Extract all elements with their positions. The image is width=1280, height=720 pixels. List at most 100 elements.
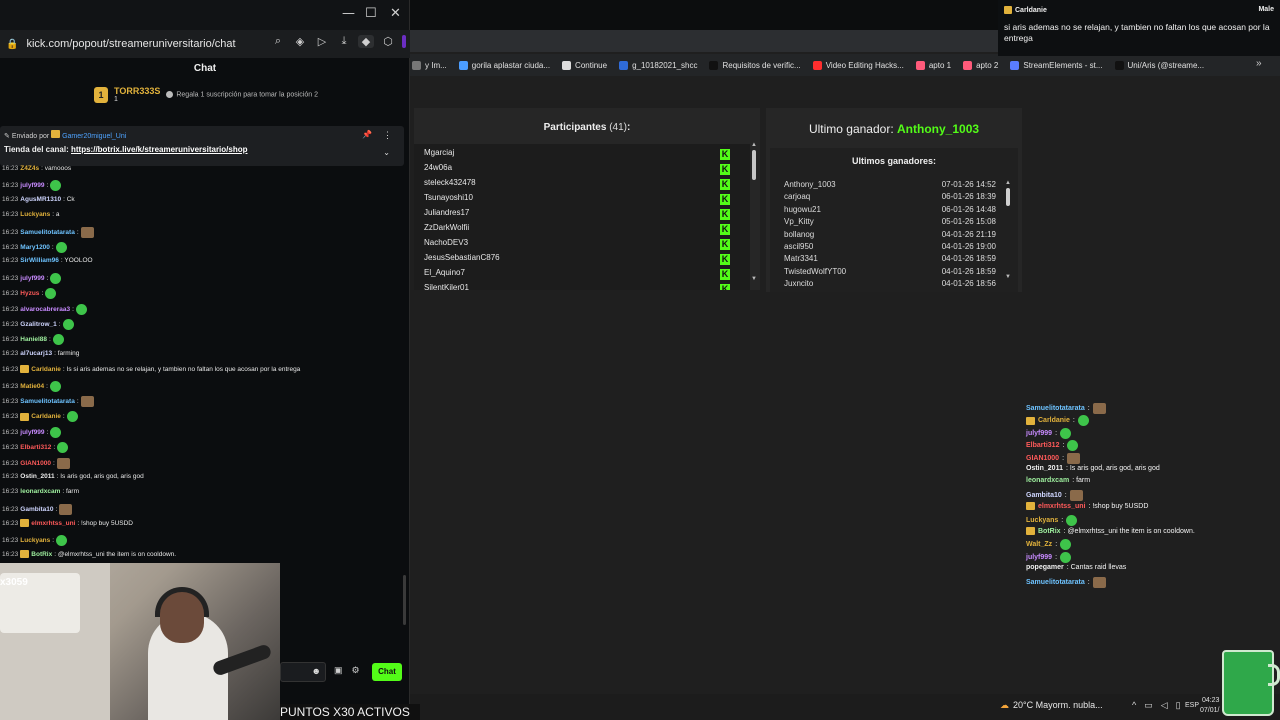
message-username[interactable]: al7ucarj13: [20, 350, 52, 357]
send-icon[interactable]: ▷: [314, 35, 330, 48]
emote-icon: [1067, 452, 1081, 464]
cup-overlay: [1222, 650, 1274, 716]
network-icon[interactable]: ▭: [1144, 700, 1153, 711]
shop-link[interactable]: https://botrix.live/k/streameruniversita…: [71, 145, 248, 154]
chat-message: 16:23 Hyzus:: [2, 288, 57, 300]
message-username[interactable]: Samuelitotatarata: [1026, 579, 1085, 586]
maximize-icon[interactable]: ☐: [365, 6, 377, 21]
extension-icon[interactable]: ◆: [358, 35, 374, 48]
message-username[interactable]: elmxrhtss_uni: [1038, 503, 1085, 510]
message-username[interactable]: leonardxcam: [20, 488, 60, 495]
chat-input[interactable]: ☻: [280, 662, 326, 682]
participants-scrollbar[interactable]: [752, 150, 756, 180]
message-username[interactable]: Samuelitotatarata: [1026, 405, 1085, 412]
bookmark-item[interactable]: gorila aplastar ciuda...: [458, 60, 550, 70]
clock[interactable]: 04:23 07/01/: [1200, 696, 1219, 716]
message-username[interactable]: julyf999: [20, 275, 44, 282]
message-username[interactable]: Samuelitotatarata: [20, 398, 75, 405]
unpin-icon[interactable]: 📌: [362, 130, 372, 139]
shield-icon[interactable]: ◈: [292, 35, 308, 48]
message-username[interactable]: Ostin_2011: [20, 473, 54, 480]
message-username[interactable]: Carldanie: [31, 413, 61, 420]
winners-scrollbar[interactable]: [1006, 188, 1010, 206]
bookmark-item[interactable]: y Im...: [412, 60, 447, 70]
search-icon[interactable]: ⌕: [270, 35, 286, 48]
message-username[interactable]: Walt_Zz: [1026, 541, 1052, 548]
chat-messages[interactable]: 16:23 Z4Z4s: vamooos 16:23 julyf999:16:23 Ag…: [0, 164, 404, 564]
message-username[interactable]: Elbarti312: [20, 444, 51, 451]
language-indicator[interactable]: ESP: [1185, 702, 1199, 709]
message-username[interactable]: Matie04: [20, 383, 44, 390]
message-username[interactable]: Gambita10: [1026, 492, 1062, 499]
message-username[interactable]: GIAN1000: [20, 460, 51, 467]
message-username[interactable]: Gambita10: [20, 506, 53, 513]
message-username[interactable]: Elbarti312: [1026, 442, 1059, 449]
user-badge-icon: [1004, 6, 1012, 14]
cube-icon[interactable]: ⬡: [380, 35, 396, 48]
message-username[interactable]: popegamer: [1026, 564, 1064, 571]
message-username[interactable]: julyf999: [20, 182, 44, 189]
message-username[interactable]: Ostin_2011: [1026, 465, 1063, 472]
chat-notification[interactable]: Carldanie Male si aris ademas no se rela…: [998, 0, 1280, 56]
message-username[interactable]: Z4Z4s: [20, 165, 39, 172]
bookmark-item[interactable]: g_10182021_shcc: [619, 60, 697, 70]
url-bar[interactable]: 🔒 kick.com/popout/streameruniversitario/…: [0, 30, 410, 58]
emoji-icon[interactable]: ☻: [312, 666, 321, 676]
chat-message: 16:23 Z4Z4s: vamooos: [2, 165, 71, 172]
chat-scrollbar[interactable]: [403, 575, 406, 625]
participants-list[interactable]: Mgarciaj K 24w06a Ksteleck432478 K Tsunayoshi…: [414, 144, 750, 290]
bookmark-item[interactable]: apto 2: [963, 60, 998, 70]
weather-widget[interactable]: ☁ 20°C Mayorm. nubla...: [1000, 700, 1103, 711]
message-username[interactable]: julyf999: [1026, 554, 1052, 561]
message-username[interactable]: SirWilliam96: [20, 257, 59, 264]
message-username[interactable]: alvarocabreraa3: [20, 306, 70, 313]
top-gifter[interactable]: 1 TORR333S 1 Regala 1 suscripción para t…: [94, 86, 318, 103]
gift-icon[interactable]: ▣: [334, 665, 343, 676]
message-username[interactable]: Luckyans: [1026, 517, 1058, 524]
message-username[interactable]: Mary1200: [20, 244, 50, 251]
message-username[interactable]: AgusMR1310: [20, 196, 61, 203]
send-chat-button[interactable]: Chat: [372, 663, 402, 681]
bookmark-item[interactable]: Video Editing Hacks...: [812, 60, 904, 70]
download-icon[interactable]: ⤓: [336, 35, 352, 48]
message-username[interactable]: leonardxcam: [1026, 477, 1069, 484]
minimize-icon[interactable]: —: [342, 6, 355, 21]
volume-icon[interactable]: ◁: [1161, 700, 1168, 711]
message-username[interactable]: julyf999: [20, 429, 44, 436]
message-username[interactable]: BotRix: [31, 551, 52, 558]
message-username[interactable]: elmxrhtss_uni: [31, 520, 75, 527]
bookmark-item[interactable]: Continue: [562, 60, 607, 70]
message-username[interactable]: Hyzus: [20, 290, 39, 297]
scroll-up-icon[interactable]: ▲: [751, 142, 757, 148]
pinned-message[interactable]: ✎ Enviado por Gamer20miguel_Uni Tienda d…: [0, 126, 404, 166]
scroll-up-icon[interactable]: ▲: [1005, 180, 1011, 186]
close-icon[interactable]: ✕: [390, 6, 401, 21]
chat-message: Ostin_2011: Is aris god, aris god, aris …: [1026, 465, 1160, 472]
bookmarks-more-icon[interactable]: »: [1256, 58, 1264, 69]
message-username[interactable]: GIAN1000: [1026, 455, 1059, 462]
message-username[interactable]: Gzalitrow_1: [20, 321, 56, 328]
message-username[interactable]: Carldanie: [31, 366, 61, 373]
message-username[interactable]: Luckyans: [20, 537, 50, 544]
battery-icon[interactable]: ▯: [1176, 700, 1181, 711]
bookmark-item[interactable]: StreamElements - st...: [1010, 60, 1103, 70]
scroll-down-icon[interactable]: ▼: [751, 276, 757, 282]
settings-icon[interactable]: ⚙: [352, 665, 360, 676]
message-username[interactable]: Luckyans: [20, 211, 50, 218]
address-bar[interactable]: [410, 30, 1000, 52]
message-username[interactable]: BotRix: [1038, 528, 1061, 535]
message-username[interactable]: julyf999: [1026, 430, 1052, 437]
tray-expand-icon[interactable]: ^: [1132, 700, 1136, 711]
profile-accent[interactable]: [402, 35, 406, 48]
url-text[interactable]: kick.com/popout/streameruniversitario/ch…: [26, 38, 235, 50]
message-username[interactable]: Carldanie: [1038, 417, 1070, 424]
message-username[interactable]: Haniel88: [20, 336, 47, 343]
bookmark-item[interactable]: Requisitos de verific...: [709, 60, 801, 70]
scroll-down-icon[interactable]: ▼: [1005, 274, 1011, 280]
more-options-icon[interactable]: ⋮: [383, 130, 392, 141]
chevron-down-icon[interactable]: ⌄: [383, 148, 390, 157]
bookmark-item[interactable]: apto 1: [915, 60, 951, 70]
lock-icon[interactable]: 🔒: [6, 39, 18, 50]
bookmark-item[interactable]: Uni/Aris (@streame...: [1114, 60, 1204, 70]
message-username[interactable]: Samuelitotatarata: [20, 229, 75, 236]
